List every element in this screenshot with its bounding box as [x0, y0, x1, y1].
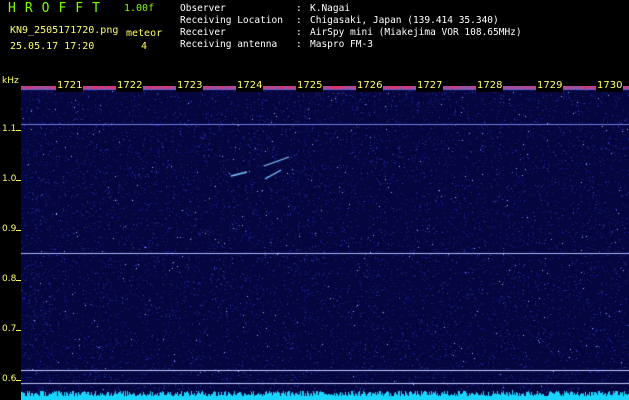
- header: HROFFT 1.00f KN9_2505171720.png meteor 2…: [0, 0, 629, 80]
- version-label: 1.00f: [124, 3, 155, 14]
- y-axis: kHz 1.1 1.0 0.9 0.8 0.7 0.6: [0, 76, 21, 400]
- spectrogram-canvas: [21, 86, 629, 400]
- y-tick-label: 1.0: [2, 174, 17, 184]
- minute-label: 1721: [56, 80, 84, 92]
- mode-label: meteor: [126, 28, 163, 39]
- minute-label: 1728: [476, 80, 504, 92]
- minute-label: 1729: [536, 80, 564, 92]
- minute-label: 1724: [236, 80, 264, 92]
- meta-row-antenna: Receiving antenna: Maspro FM-3: [180, 39, 373, 50]
- y-tick-label: 0.6: [2, 374, 17, 384]
- y-tick-label: 0.8: [2, 274, 17, 284]
- time-axis: 1721 1722 1723 1724 1725 1726 1727 1728 …: [0, 80, 629, 94]
- datetime-label: 25.05.17 17:20: [10, 41, 95, 52]
- minute-label: 1723: [176, 80, 204, 92]
- y-tick-label: 0.9: [2, 224, 17, 234]
- meta-key: Receiver: [180, 27, 226, 38]
- meta-key: Receiving Location: [180, 15, 283, 26]
- y-tick-label: 1.1: [2, 124, 17, 134]
- filename-label: KN9_2505171720.png: [10, 25, 119, 36]
- meta-value: K.Nagai: [310, 3, 351, 14]
- minute-label: 1727: [416, 80, 444, 92]
- minute-label: 1725: [296, 80, 324, 92]
- meta-key: Observer: [180, 3, 226, 14]
- meta-value: AirSpy mini (Miakejima VOR 108.65MHz): [310, 27, 522, 38]
- spectrogram[interactable]: [21, 86, 629, 400]
- meta-key: Receiving antenna: [180, 39, 278, 50]
- meta-value: Chigasaki, Japan (139.414 35.340): [310, 15, 499, 26]
- app-title: HROFFT: [8, 1, 109, 16]
- meta-row-observer: Observer: K.Nagai: [180, 3, 351, 14]
- y-tick-label: 0.7: [2, 324, 17, 334]
- minute-label: 1722: [116, 80, 144, 92]
- meta-row-location: Receiving Location: Chigasaki, Japan (139…: [180, 15, 499, 26]
- meta-row-receiver: Receiver: AirSpy mini (Miakejima VOR 108.…: [180, 27, 522, 38]
- minute-label: 1726: [356, 80, 384, 92]
- meta-value: Maspro FM-3: [310, 39, 373, 50]
- minute-label: 1730: [596, 80, 624, 92]
- meteor-count: 4: [141, 41, 148, 52]
- station-metadata: Observer: K.Nagai Receiving Location: Chig…: [180, 3, 522, 51]
